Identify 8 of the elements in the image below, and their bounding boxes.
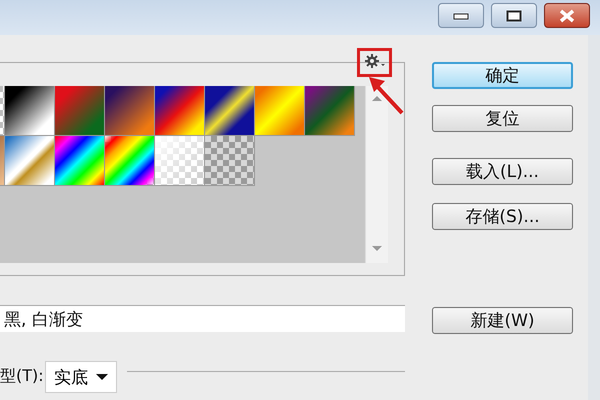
dialog-button[interactable]: 复位: [432, 105, 573, 132]
name-field[interactable]: 黑, 白渐变: [0, 305, 405, 332]
dialog-button[interactable]: 确定: [432, 62, 573, 89]
gradient-type-dropdown[interactable]: 实底: [45, 361, 117, 393]
dialog-button[interactable]: 存储(S)...: [432, 203, 573, 230]
gradient-type-label: 型(T):: [0, 366, 45, 387]
dialog-button[interactable]: 载入(L)...: [432, 158, 573, 185]
new-button[interactable]: 新建(W): [432, 307, 573, 334]
